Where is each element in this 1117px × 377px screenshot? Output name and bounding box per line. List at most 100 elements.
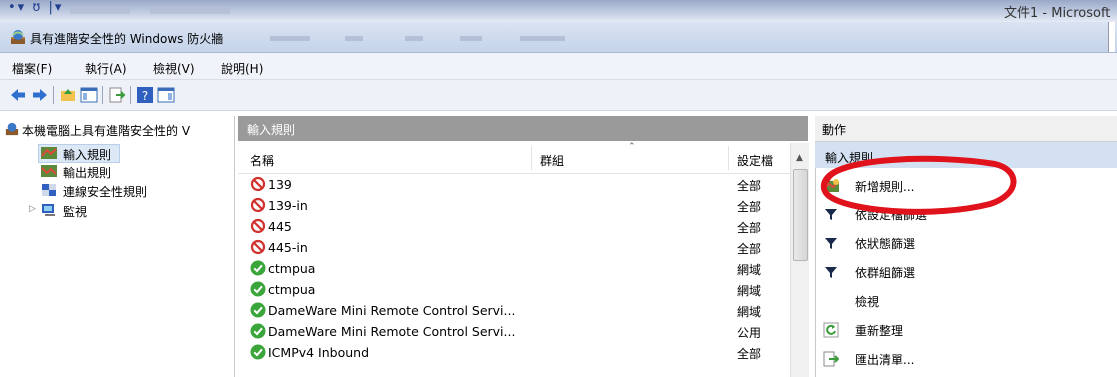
rule-profile: 網域 [737,284,762,298]
help-icon[interactable]: ? [136,86,154,104]
forward-arrow-icon[interactable] [31,86,49,104]
back-arrow-icon[interactable] [9,86,27,104]
inbound-rules-icon [41,147,57,159]
table-row[interactable]: 139 全部 [238,174,790,195]
firewall-app-icon [11,30,25,44]
rule-name: ctmpua [268,261,316,276]
rule-name: 139-in [268,198,308,213]
up-folder-icon[interactable] [59,86,77,104]
tree-root-label: 本機電腦上具有進階安全性的 V [22,124,191,138]
column-header-name[interactable]: 名稱 [250,152,274,169]
toolbar-separator [102,86,103,104]
column-header-group[interactable]: 群組 [540,152,564,169]
window-title: 具有進階安全性的 Windows 防火牆 [30,32,224,46]
action-filter-by-state[interactable]: 依狀態篩選 [815,229,1117,257]
list-pane-header: 輸入規則 [238,116,808,141]
scrollbar-thumb[interactable] [793,169,808,261]
blurred-text [70,6,130,14]
connection-security-icon [42,184,56,196]
tree-root[interactable]: 本機電腦上具有進階安全性的 V [2,121,232,138]
column-header-row: 名稱 群組 ⌃ 設定檔 [238,142,790,174]
svg-text:?: ? [142,89,148,103]
rule-name: DameWare Mini Remote Control Servi... [268,324,516,339]
action-filter-by-group[interactable]: 依群組篩選 [815,258,1117,286]
expand-chevron-icon[interactable]: ▷ [29,204,36,214]
table-row[interactable]: 445 全部 [238,216,790,237]
action-view[interactable]: 檢視 [815,287,1117,315]
table-row[interactable]: ICMPv4 Inbound 全部 [238,342,790,363]
action-label: 重新整理 [855,324,904,338]
show-hide-action-pane-icon[interactable] [157,86,175,104]
blurred-text [150,6,230,14]
column-separator[interactable] [531,146,532,170]
menu-view[interactable]: 檢視(V) [153,60,195,77]
tree-item-connection-security-rules[interactable]: 連線安全性規則 [38,182,198,199]
rule-profile: 全部 [737,242,762,256]
action-label: 檢視 [855,295,880,309]
list-pane-title: 輸入規則 [247,123,296,137]
action-label: 依狀態篩選 [855,237,916,251]
refresh-icon [823,322,839,338]
table-row[interactable]: ctmpua 網域 [238,258,790,279]
tree-item-monitoring[interactable]: ▷ 監視 [22,202,142,219]
console-tree-pane: 本機電腦上具有進階安全性的 V 輸入規則 輸出規則 連線安全性規則 ▷ 監視 [0,116,235,377]
background-app-title-strip: •▾ ʊ |▾ 文件1 - Microsoft [0,0,1117,22]
allowed-rule-icon [250,260,266,276]
background-doc-title: 文件1 - Microsoft [1004,6,1111,21]
toolbar-separator [130,86,131,104]
scroll-up-arrow-icon[interactable]: ▲ [796,153,803,163]
blurred-text [460,36,482,41]
tree-item-inbound-rules[interactable]: 輸入規則 [38,144,120,163]
action-refresh[interactable]: 重新整理 [815,316,1117,344]
column-header-profile[interactable]: 設定檔 [737,152,773,169]
window-title-bar[interactable]: 具有進階安全性的 Windows 防火牆 [0,22,1117,53]
menu-action[interactable]: 執行(A) [85,60,127,77]
tree-item-label: 輸出規則 [63,166,112,180]
rule-name: 139 [268,177,292,192]
rule-name: 445-in [268,240,308,255]
tree-item-label: 監視 [63,205,88,219]
monitoring-icon [42,204,55,216]
rule-name: ctmpua [268,282,316,297]
allowed-rule-icon [250,344,266,360]
blocked-rule-icon [250,218,266,234]
actions-pane-title: 動作 [822,123,847,137]
action-label: 依群組篩選 [855,266,916,280]
tree-item-outbound-rules[interactable]: 輸出規則 [38,163,158,180]
blocked-rule-icon [250,197,266,213]
quick-access-glyphs: •▾ ʊ |▾ [8,0,64,15]
rule-profile: 公用 [737,326,762,340]
allowed-rule-icon [250,323,266,339]
column-separator[interactable] [728,146,729,170]
blurred-text [405,36,423,41]
table-row[interactable]: 139-in 全部 [238,195,790,216]
menu-help[interactable]: 說明(H) [221,60,263,77]
filter-icon [825,267,837,278]
action-export-list[interactable]: 匯出清單... [815,345,1117,373]
export-icon [823,351,839,367]
rule-profile: 全部 [737,221,762,235]
sort-ascending-icon: ⌃ [628,142,636,152]
show-hide-console-tree-icon[interactable] [80,86,98,104]
toolbar: ? [0,80,1117,111]
blocked-rule-icon [250,239,266,255]
export-list-icon[interactable] [108,86,126,104]
menu-file[interactable]: 檔案(F) [12,60,52,77]
blurred-text [520,36,565,41]
rule-name: DameWare Mini Remote Control Servi... [268,303,516,318]
outbound-rules-icon [41,165,57,177]
blurred-text [345,36,363,41]
filter-icon [825,238,837,249]
table-row[interactable]: DameWare Mini Remote Control Servi... 公用 [238,321,790,342]
rule-name: 445 [268,219,292,234]
allowed-rule-icon [250,302,266,318]
table-row[interactable]: ctmpua 網域 [238,279,790,300]
rule-profile: 網域 [737,263,762,277]
table-row[interactable]: 445-in 全部 [238,237,790,258]
table-row[interactable]: DameWare Mini Remote Control Servi... 網域 [238,300,790,321]
list-vertical-scrollbar[interactable]: ▲ [790,143,809,377]
allowed-rule-icon [250,281,266,297]
firewall-root-icon [5,122,19,136]
blurred-text [270,36,310,41]
rule-name: ICMPv4 Inbound [268,345,370,360]
